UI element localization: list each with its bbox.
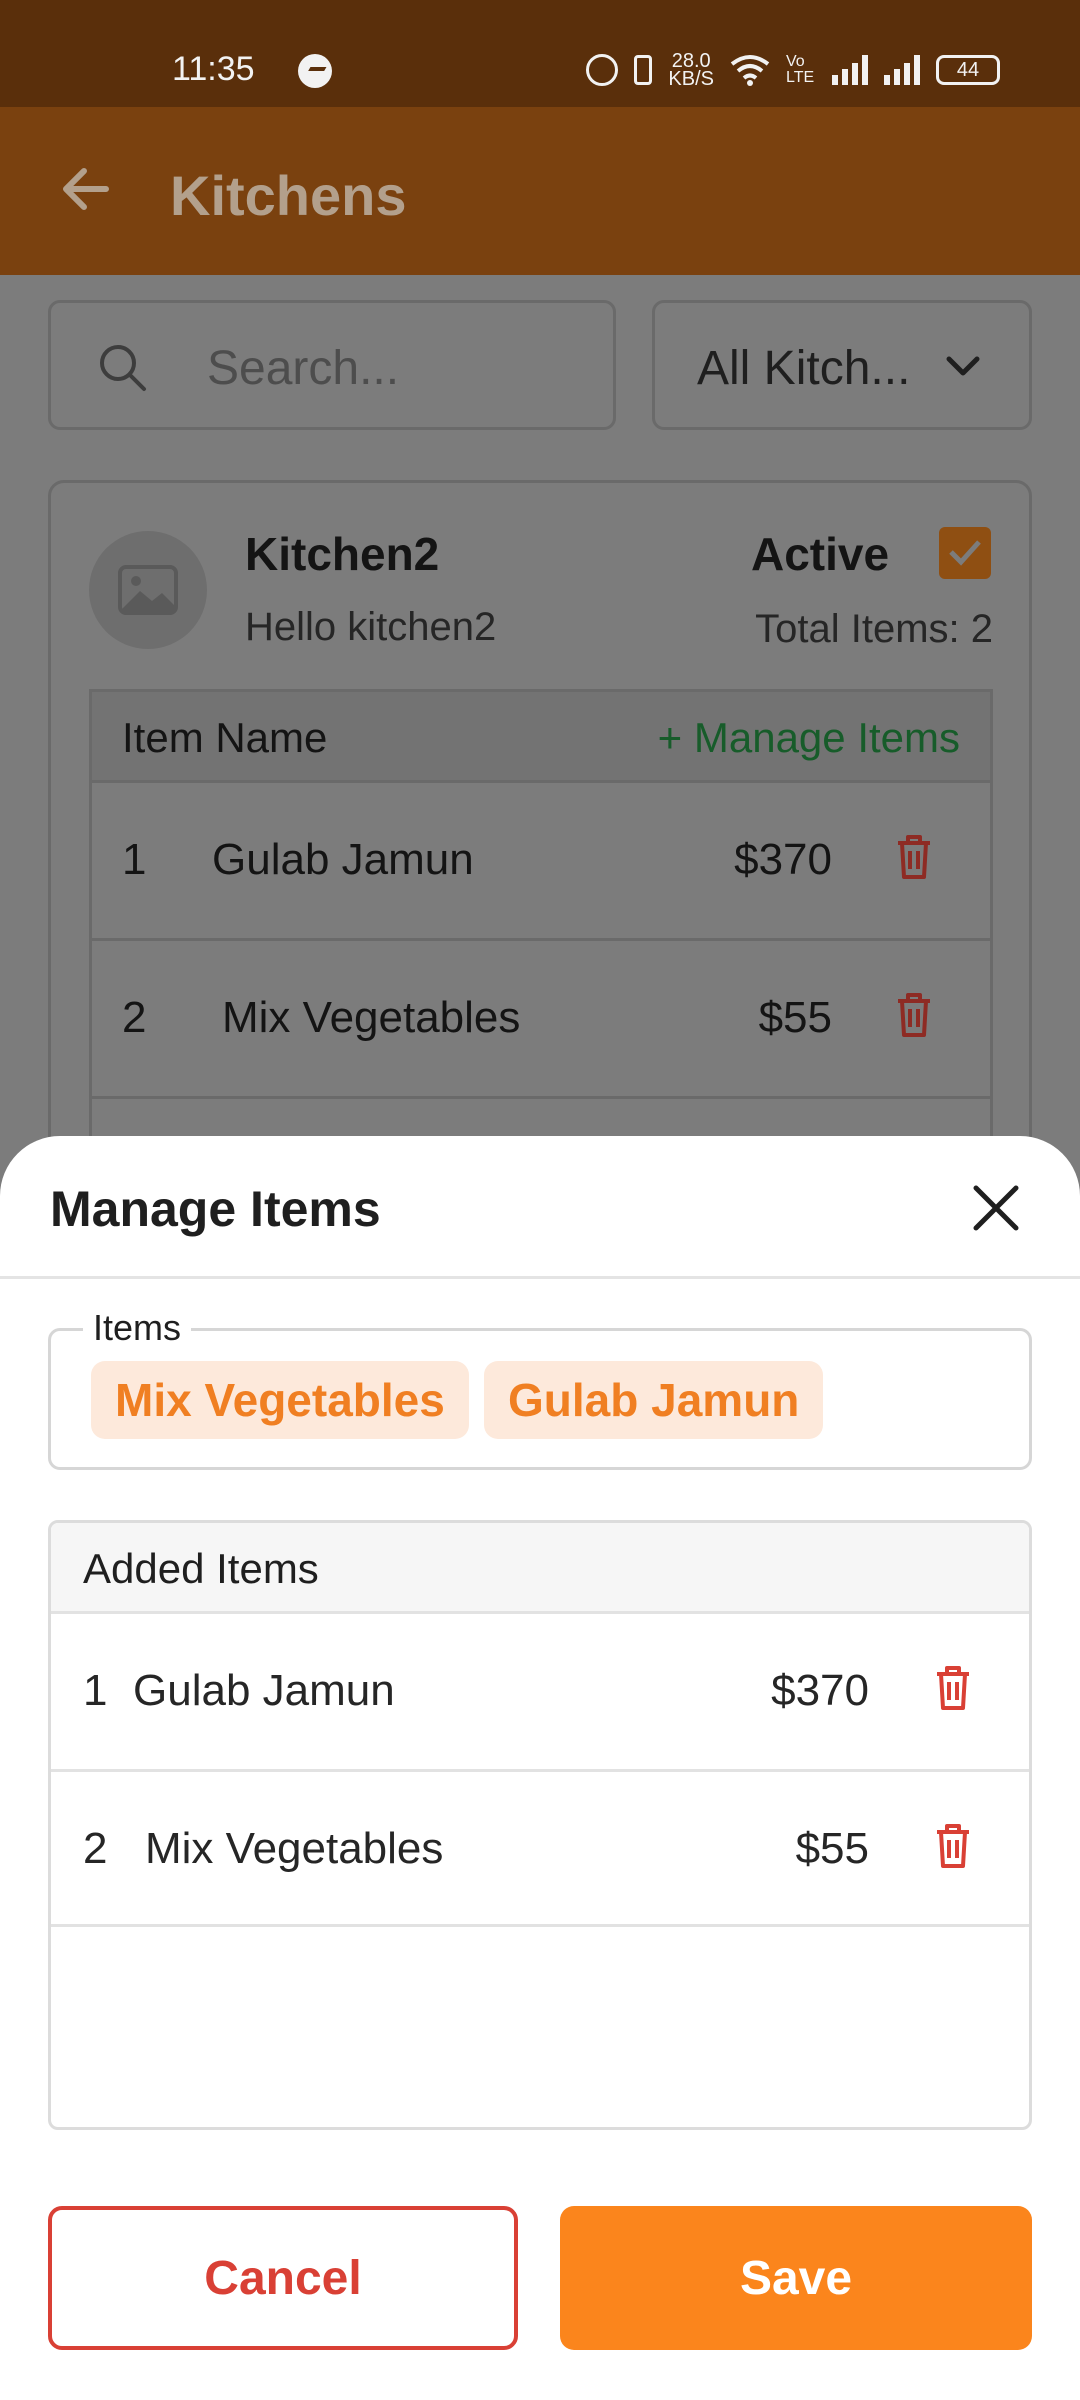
check-icon [949, 540, 981, 566]
total-items: Total Items: 2 [755, 607, 993, 651]
table-row: 1 Gulab Jamun $370 [51, 1611, 1029, 1769]
save-button[interactable]: Save [560, 2206, 1032, 2350]
kitchen-filter-dropdown[interactable]: All Kitch... [652, 300, 1032, 430]
status-time: 11:35 [172, 50, 255, 88]
cancel-button[interactable]: Cancel [48, 2206, 518, 2350]
row-item-price: $55 [795, 1824, 869, 1873]
close-icon[interactable] [968, 1180, 1024, 1236]
sheet-title: Manage Items [50, 1181, 381, 1237]
row-item-price: $370 [734, 835, 832, 884]
app-bar: Kitchens [0, 107, 1080, 275]
alarm-icon [586, 54, 619, 86]
column-item-name: Item Name [122, 714, 328, 761]
kitchen-filter-value: All Kitch... [697, 342, 911, 395]
items-multiselect[interactable]: Items Mix Vegetables Gulab Jamun [48, 1307, 1032, 1470]
row-index: 1 [83, 1666, 108, 1715]
battery-icon: 44 [936, 55, 1000, 85]
added-items-header: Added Items [51, 1523, 1029, 1611]
status-bar: 11:35 28.0 KB/S Vo LTE 44 [0, 0, 1080, 107]
trash-icon[interactable] [933, 1822, 973, 1870]
items-label: Items [83, 1307, 192, 1349]
kitchen-avatar [89, 531, 207, 649]
messenger-icon [298, 54, 332, 88]
wifi-icon [730, 55, 770, 86]
added-items-title: Added Items [83, 1545, 319, 1592]
manage-items-link[interactable]: + Manage Items [658, 714, 960, 762]
network-speed: 28.0 KB/S [668, 51, 714, 90]
row-item-price: $55 [758, 993, 832, 1042]
trash-icon[interactable] [933, 1664, 973, 1712]
sheet-divider [0, 1276, 1080, 1279]
kitchen-table-header: Item Name + Manage Items [92, 692, 990, 780]
search-placeholder: Search... [207, 342, 400, 395]
kitchen-name: Kitchen2 [245, 528, 440, 580]
row-item-name: Mix Vegetables [145, 1824, 444, 1873]
back-arrow-icon[interactable] [56, 159, 116, 219]
row-item-name: Gulab Jamun [133, 1666, 395, 1715]
network-speed-unit: KB/S [668, 68, 714, 90]
trash-icon[interactable] [894, 991, 934, 1039]
status-icons: 28.0 KB/S Vo LTE 44 [586, 50, 1000, 90]
row-item-name: Mix Vegetables [222, 993, 521, 1042]
added-items-table: Added Items 1 Gulab Jamun $370 2 Mix Veg… [48, 1520, 1032, 2130]
signal-icon [832, 55, 868, 85]
item-chip-mix-vegetables[interactable]: Mix Vegetables [91, 1361, 469, 1439]
kitchen-description: Hello kitchen2 [245, 605, 497, 649]
search-input[interactable]: Search... [48, 300, 616, 430]
kitchen-items-table: Item Name + Manage Items 1 Gulab Jamun $… [89, 689, 993, 1199]
table-row: 1 Gulab Jamun $370 [92, 780, 990, 938]
page-title: Kitchens [170, 164, 407, 227]
item-chip-gulab-jamun[interactable]: Gulab Jamun [484, 1361, 824, 1439]
kitchen-status: Active [751, 528, 890, 580]
active-checkbox[interactable] [939, 527, 991, 579]
search-icon [100, 345, 146, 391]
vibrate-icon [634, 55, 653, 85]
row-index: 1 [122, 835, 147, 884]
kitchen-card: Kitchen2 Hello kitchen2 Active Total Ite… [48, 480, 1032, 1200]
image-placeholder-icon [118, 565, 178, 615]
chevron-down-icon [946, 356, 980, 376]
row-index: 2 [122, 993, 147, 1042]
manage-items-sheet: Manage Items Items Mix Vegetables Gulab … [0, 1136, 1080, 2400]
volte-label: Vo LTE [786, 53, 815, 86]
table-row: 2 Mix Vegetables $55 [51, 1769, 1029, 1927]
battery-level: 44 [956, 58, 980, 81]
table-row: 2 Mix Vegetables $55 [92, 938, 990, 1096]
trash-icon[interactable] [894, 833, 934, 881]
row-item-name: Gulab Jamun [212, 835, 474, 884]
signal-icon-2 [884, 55, 920, 85]
row-item-price: $370 [771, 1666, 869, 1715]
row-index: 2 [83, 1824, 108, 1873]
